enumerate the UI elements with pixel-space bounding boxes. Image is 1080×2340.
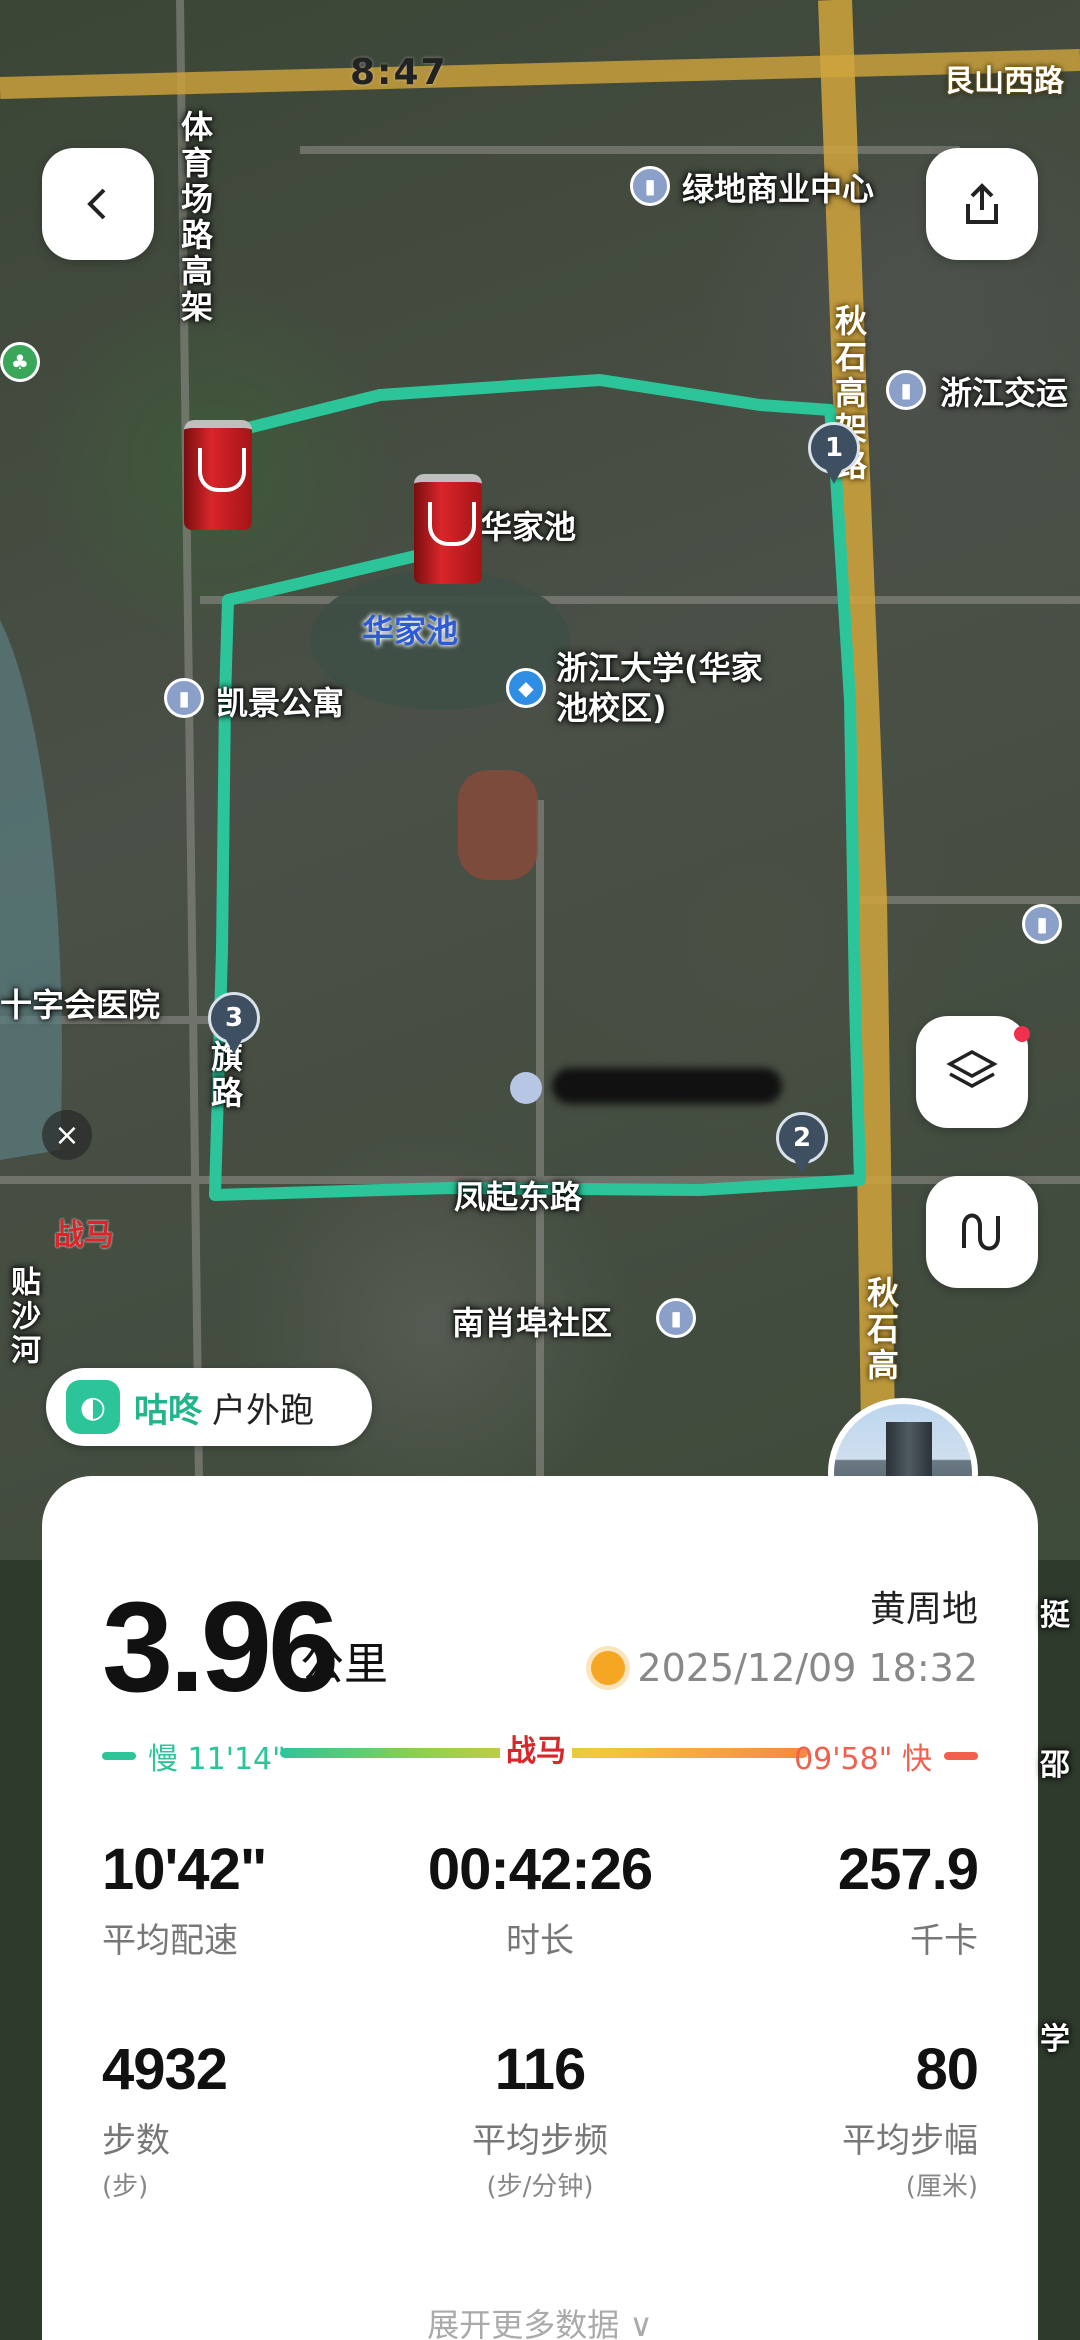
- edge-label-ting: 挺: [1040, 1598, 1070, 1633]
- chevron-left-icon: [87, 188, 106, 220]
- stat-label: 千卡: [910, 1921, 978, 1961]
- back-button[interactable]: [42, 148, 154, 260]
- poi-label-zju: 浙江大学(华家池校区): [556, 649, 763, 727]
- expand-more-data-button[interactable]: 展开更多数据 ∨: [42, 2300, 1038, 2340]
- road-label-genshan: 艮山西路: [944, 64, 1064, 99]
- stat-calories: 257.9 千卡: [686, 1836, 979, 1962]
- stat-stride: 80 平均步幅 (厘米): [686, 2036, 979, 2203]
- stat-value: 4932: [102, 2037, 228, 2102]
- stat-label: 时长: [506, 1921, 574, 1961]
- share-icon: [966, 183, 998, 224]
- road-label-qiushi-bottom: 秋石高: [862, 1276, 900, 1384]
- stat-value: 10'42": [102, 1837, 267, 1902]
- route-marker-1[interactable]: 1: [808, 422, 860, 486]
- poi-label-lvdi: 绿地商业中心: [682, 170, 875, 208]
- stat-value: 00:42:26: [427, 1837, 653, 1902]
- park-icon: ♣: [0, 342, 40, 382]
- stat-value: 116: [494, 2037, 587, 2102]
- pace-fast: 09'58" 快: [794, 1734, 978, 1778]
- stat-unit: (步/分钟): [486, 2172, 594, 2202]
- energy-drink-can-image: [414, 474, 482, 584]
- status-time: 8:47: [350, 52, 448, 93]
- road-label-tiyuchang: 体育场路高架: [176, 110, 214, 326]
- poi-label-hospital: 十字会医院: [0, 986, 161, 1024]
- building-icon: ▮: [886, 370, 926, 410]
- user-location-dot: [510, 1072, 542, 1104]
- pace-range-bar: 慢 11'14" 战马 09'58" 快: [102, 1726, 978, 1778]
- route-map[interactable]: 8:47 艮山西路 体育场路高架 ▮ 绿地商业中心 秋石高架路 ▮ 浙江交运 ♣…: [0, 0, 1080, 1560]
- building-icon: ▮: [164, 678, 204, 718]
- pace-slow-label: 慢 11'14": [148, 1742, 286, 1777]
- edge-label-xue: 学: [1040, 2022, 1070, 2057]
- energy-drink-can-image: [184, 420, 252, 530]
- pace-fast-label: 09'58" 快: [794, 1742, 932, 1777]
- stat-unit: (步): [102, 2172, 149, 2202]
- poi-label-huajiachi: 华家池: [480, 508, 577, 546]
- road-label-fengqi: 凤起东路: [454, 1178, 583, 1216]
- stat-label: 平均步幅: [842, 2121, 978, 2161]
- building-icon: ▮: [630, 166, 670, 206]
- app-name: 咕咚: [134, 1390, 202, 1431]
- stat-label: 平均步频: [472, 2121, 608, 2161]
- share-button[interactable]: [926, 148, 1038, 260]
- route-track-button[interactable]: [926, 1176, 1038, 1288]
- distance-unit: 公里: [300, 1639, 388, 1690]
- stat-unit: (厘米): [905, 2172, 978, 2202]
- building-icon: ▮: [656, 1298, 696, 1338]
- stat-cadence: 116 平均步频 (步/分钟): [394, 2036, 686, 2203]
- poi-label-zhejiang-jiaotong: 浙江交运: [940, 374, 1069, 412]
- location-label: 黄周地: [869, 1589, 978, 1630]
- close-ad-button[interactable]: ×: [42, 1110, 92, 1160]
- sun-icon: [591, 1651, 626, 1685]
- pace-slow: 慢 11'14": [102, 1734, 286, 1778]
- edge-label-shao: 邵: [1040, 1748, 1070, 1783]
- datetime-text: 2025/12/09 18:32: [637, 1646, 978, 1690]
- stat-steps: 4932 步数 (步): [102, 2036, 394, 2203]
- codoon-logo-icon: ◐: [66, 1380, 120, 1434]
- tiesha-river: [0, 620, 62, 1160]
- app-source-pill: ◐ 咕咚 户外跑: [46, 1368, 372, 1446]
- stat-value: 257.9: [837, 1837, 979, 1902]
- map-layers-button[interactable]: [916, 1016, 1030, 1128]
- stat-duration: 00:42:26 时长: [394, 1836, 686, 1962]
- poi-label-kaijing: 凯景公寓: [216, 684, 345, 722]
- summary-card: 3.96 公里 黄周地 2025/12/09 18:32 慢 11'14" 战马…: [42, 1476, 1038, 2340]
- pace-brand-logo: 战马: [500, 1726, 572, 1770]
- poi-label-nanxiao: 南肖埠社区: [452, 1304, 613, 1342]
- lake-label-huajiachi: 华家池: [362, 612, 459, 650]
- notification-dot: [1014, 1026, 1030, 1042]
- stat-label: 步数: [102, 2121, 170, 2161]
- fast-dash: [944, 1752, 978, 1760]
- sports-field: [458, 770, 538, 880]
- stat-value: 80: [915, 2037, 979, 2102]
- route-marker-3[interactable]: 3: [208, 992, 260, 1056]
- layers-icon: [946, 1050, 998, 1088]
- slow-dash: [102, 1752, 136, 1760]
- university-icon: ◆: [506, 668, 546, 708]
- wave-route-icon: [962, 1213, 1000, 1251]
- route-marker-2[interactable]: 2: [776, 1112, 828, 1176]
- stat-avg-pace: 10'42" 平均配速: [102, 1836, 394, 1962]
- redacted-name: [552, 1068, 782, 1104]
- datetime: 2025/12/09 18:32: [591, 1646, 978, 1690]
- river-label-tiesha: 贴沙河: [5, 1266, 40, 1368]
- stat-label: 平均配速: [102, 1921, 238, 1961]
- genshan-west-road: [0, 49, 1080, 99]
- building-icon: ▮: [1022, 904, 1062, 944]
- brand-logo: 战马: [54, 1218, 114, 1253]
- activity-mode: 户外跑: [212, 1390, 314, 1431]
